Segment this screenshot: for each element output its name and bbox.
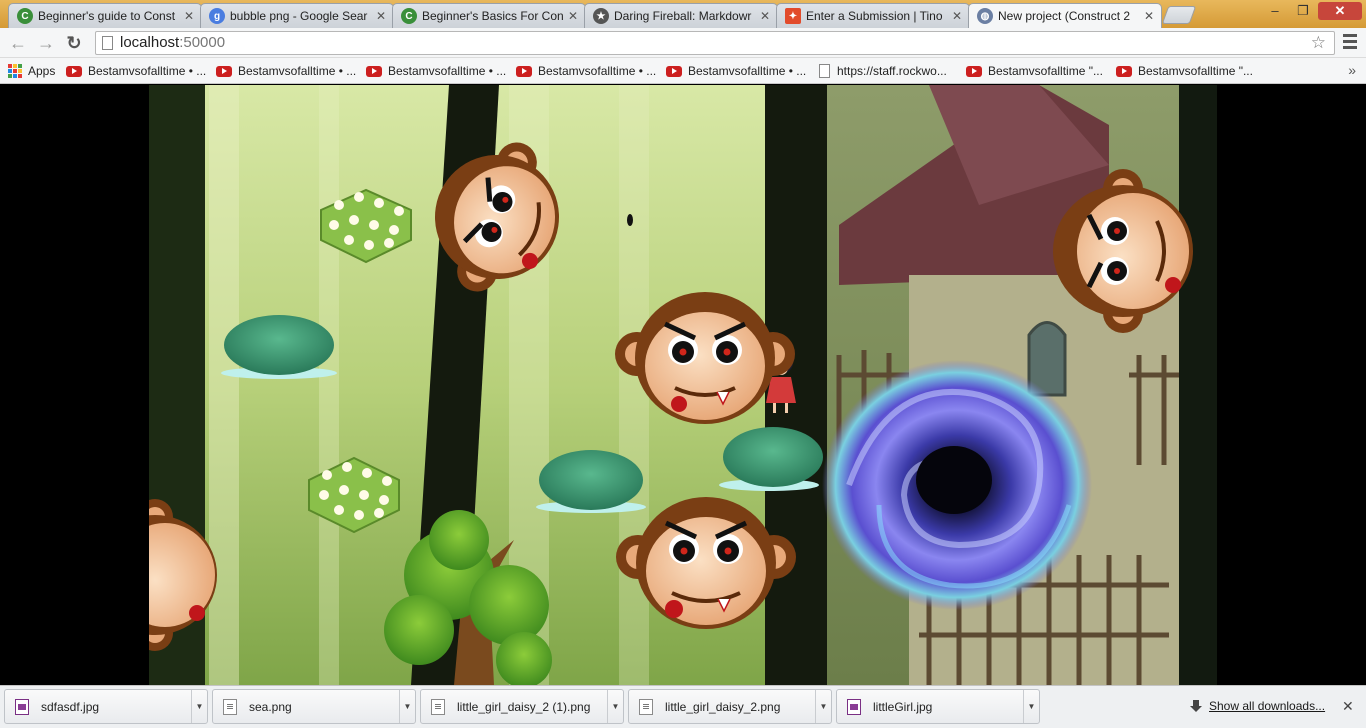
bookmarks-overflow-icon[interactable]: » [1348, 62, 1356, 78]
toolbar: ← → ↻ localhost:50000 ☆ [0, 28, 1366, 58]
google-icon: g [209, 8, 225, 24]
reload-button[interactable]: ↻ [64, 33, 84, 53]
youtube-icon [66, 65, 82, 77]
bookmarks-bar: Apps Bestamvsofalltime • ... Bestamvsofa… [0, 58, 1366, 84]
globe-icon: ◍ [977, 8, 993, 24]
download-item[interactable]: sdfasdf.jpg ▼ [4, 689, 208, 724]
bookmark-item[interactable]: https://staff.rockwo... [819, 63, 947, 79]
construct-icon: C [401, 8, 417, 24]
tab-submission[interactable]: ✦ Enter a Submission | Tino ✕ [776, 3, 970, 28]
bookmark-label: Bestamvsofalltime • ... [388, 64, 507, 78]
page-content [0, 85, 1366, 685]
download-filename: little_girl_daisy_2.png [665, 699, 781, 714]
youtube-icon [516, 65, 532, 77]
bookmark-star-icon[interactable]: ☆ [1311, 32, 1326, 54]
tab-title: Enter a Submission | Tino [806, 9, 943, 23]
tab-daring-fireball[interactable]: ★ Daring Fireball: Markdowr ✕ [584, 3, 778, 28]
tab-new-project[interactable]: ◍ New project (Construct 2 ✕ [968, 3, 1162, 28]
bookmark-label: Bestamvsofalltime • ... [538, 64, 657, 78]
download-shelf: sdfasdf.jpg ▼ sea.png ▼ little_girl_dais… [0, 685, 1366, 728]
youtube-icon [1116, 65, 1132, 77]
new-tab-button[interactable] [1161, 6, 1197, 24]
construct-icon: C [17, 8, 33, 24]
bookmark-item[interactable]: Bestamvsofalltime "... [1116, 63, 1253, 79]
show-all-downloads-label: Show all downloads... [1209, 699, 1326, 713]
download-item[interactable]: littleGirl.jpg ▼ [836, 689, 1040, 724]
close-icon[interactable]: ✕ [373, 9, 389, 23]
download-filename: sea.png [249, 699, 292, 714]
download-menu-arrow[interactable]: ▼ [1023, 690, 1039, 723]
file-icon [223, 698, 237, 715]
close-icon[interactable]: ✕ [949, 9, 965, 23]
black-hole-portal [822, 360, 1092, 610]
tab-title: bubble png - Google Sear [230, 9, 368, 23]
apps-icon [8, 64, 22, 78]
tab-beginners-basics[interactable]: C Beginner's Basics For Con ✕ [392, 3, 586, 28]
minimize-button[interactable]: – [1262, 2, 1288, 20]
youtube-icon [966, 65, 982, 77]
image-file-icon [15, 698, 29, 715]
bookmark-item[interactable]: Bestamvsofalltime • ... [516, 63, 656, 79]
puzzle-icon: ✦ [785, 8, 801, 24]
back-button[interactable]: ← [8, 33, 28, 53]
tab-strip: C Beginner's guide to Const ✕ g bubble p… [0, 0, 1366, 28]
page-icon [819, 64, 830, 78]
tab-title: Beginner's guide to Const [38, 9, 176, 23]
bookmark-label: Bestamvsofalltime • ... [688, 64, 807, 78]
download-menu-arrow[interactable]: ▼ [191, 690, 207, 723]
bookmark-label: Bestamvsofalltime "... [1138, 64, 1253, 78]
bookmark-label: https://staff.rockwo... [837, 64, 947, 78]
tab-title: Daring Fireball: Markdowr [614, 9, 752, 23]
close-shelf-button[interactable]: ✕ [1342, 698, 1354, 715]
bookmark-item[interactable]: Bestamvsofalltime • ... [666, 63, 806, 79]
bookmark-label: Bestamvsofalltime • ... [88, 64, 207, 78]
tab-construct-guide[interactable]: C Beginner's guide to Const ✕ [8, 3, 202, 28]
file-icon [639, 698, 653, 715]
bookmark-item[interactable]: Bestamvsofalltime • ... [366, 63, 506, 79]
page-icon [102, 36, 113, 50]
bookmark-item[interactable]: Bestamvsofalltime • ... [216, 63, 356, 79]
download-menu-arrow[interactable]: ▼ [815, 690, 831, 723]
bookmark-apps[interactable]: Apps [8, 63, 55, 79]
window-close-button[interactable]: ✕ [1318, 2, 1362, 20]
chrome-menu-icon[interactable] [1343, 34, 1357, 50]
game-canvas[interactable] [149, 85, 1217, 685]
close-icon[interactable]: ✕ [757, 9, 773, 23]
close-icon[interactable]: ✕ [565, 9, 581, 23]
bookmark-label: Apps [28, 64, 56, 78]
game-scene [149, 85, 1217, 685]
image-file-icon [847, 698, 861, 715]
maximize-button[interactable]: ❐ [1290, 2, 1316, 20]
download-icon [1190, 699, 1202, 713]
download-item[interactable]: sea.png ▼ [212, 689, 416, 724]
bookmark-label: Bestamvsofalltime • ... [238, 64, 357, 78]
download-filename: sdfasdf.jpg [41, 699, 100, 714]
forward-button[interactable]: → [36, 33, 56, 53]
bookmark-item[interactable]: Bestamvsofalltime • ... [66, 63, 206, 79]
download-item[interactable]: little_girl_daisy_2 (1).png ▼ [420, 689, 624, 724]
address-bar[interactable]: localhost:50000 ☆ [95, 31, 1335, 55]
youtube-icon [216, 65, 232, 77]
download-menu-arrow[interactable]: ▼ [607, 690, 623, 723]
bookmark-label: Bestamvsofalltime "... [988, 64, 1103, 78]
download-menu-arrow[interactable]: ▼ [399, 690, 415, 723]
download-filename: little_girl_daisy_2 (1).png [457, 699, 591, 714]
tab-title: Beginner's Basics For Con [422, 9, 564, 23]
url-host: localhost [120, 34, 180, 51]
youtube-icon [666, 65, 682, 77]
download-item[interactable]: little_girl_daisy_2.png ▼ [628, 689, 832, 724]
tab-google-search[interactable]: g bubble png - Google Sear ✕ [200, 3, 394, 28]
bookmark-item[interactable]: Bestamvsofalltime "... [966, 63, 1103, 79]
close-icon[interactable]: ✕ [1141, 9, 1157, 23]
url-port: :50000 [179, 34, 226, 51]
youtube-icon [366, 65, 382, 77]
file-icon [431, 698, 445, 715]
download-filename: littleGirl.jpg [873, 699, 933, 714]
star-icon: ★ [593, 8, 609, 24]
show-all-downloads-link[interactable]: Show all downloads... [1190, 699, 1325, 713]
tab-title: New project (Construct 2 [998, 9, 1131, 23]
close-icon[interactable]: ✕ [181, 9, 197, 23]
